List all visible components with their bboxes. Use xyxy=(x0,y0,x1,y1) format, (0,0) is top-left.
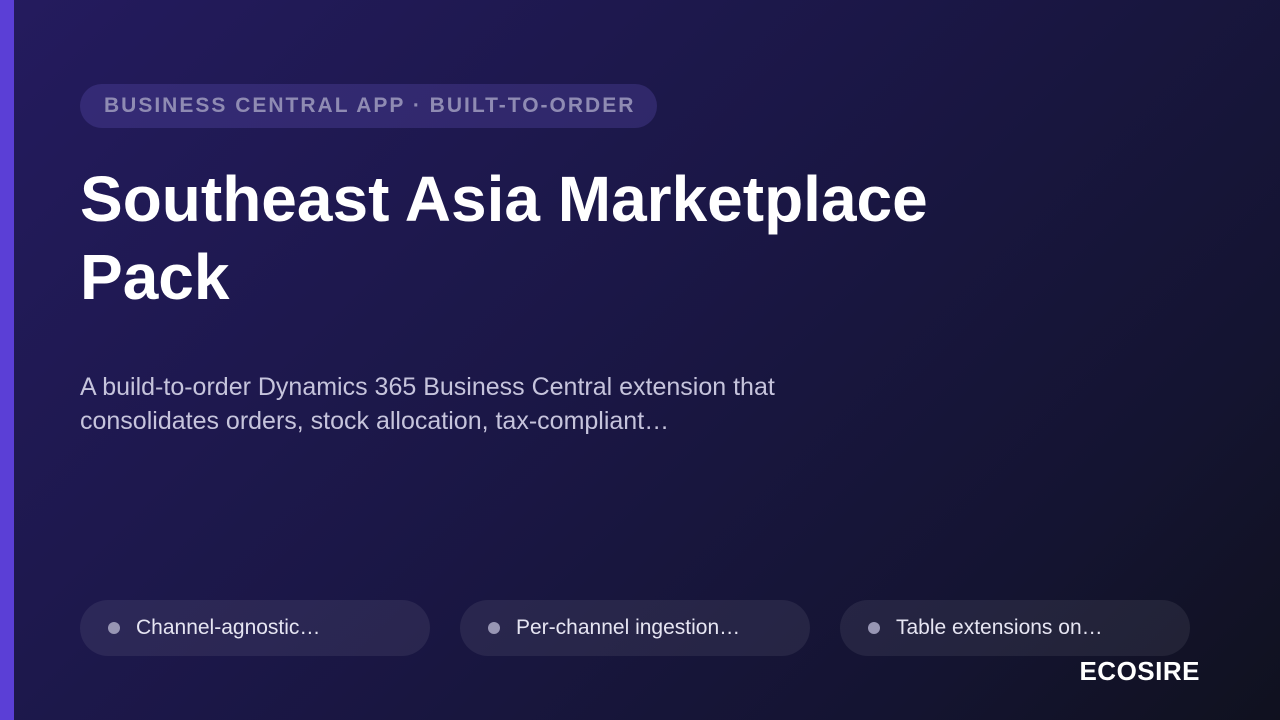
feature-label: Channel-agnostic… xyxy=(136,616,321,639)
feature-pill-3: Table extensions on… xyxy=(840,600,1190,656)
dot-icon xyxy=(488,622,500,634)
feature-list: Channel-agnostic… Per-channel ingestion…… xyxy=(80,600,1190,656)
accent-bar xyxy=(0,0,14,720)
page-title: Southeast Asia Marketplace Pack xyxy=(80,163,928,313)
brand-logo: ECOSIRE xyxy=(1079,656,1200,686)
dot-icon xyxy=(868,622,880,634)
feature-pill-2: Per-channel ingestion… xyxy=(460,600,810,656)
feature-label: Per-channel ingestion… xyxy=(516,616,741,639)
feature-label: Table extensions on… xyxy=(896,616,1103,639)
product-description: A build-to-order Dynamics 365 Business C… xyxy=(80,373,775,435)
feature-pill-1: Channel-agnostic… xyxy=(80,600,430,656)
category-badge: BUSINESS CENTRAL APP · BUILT-TO-ORDER xyxy=(80,84,658,128)
dot-icon xyxy=(108,622,120,634)
